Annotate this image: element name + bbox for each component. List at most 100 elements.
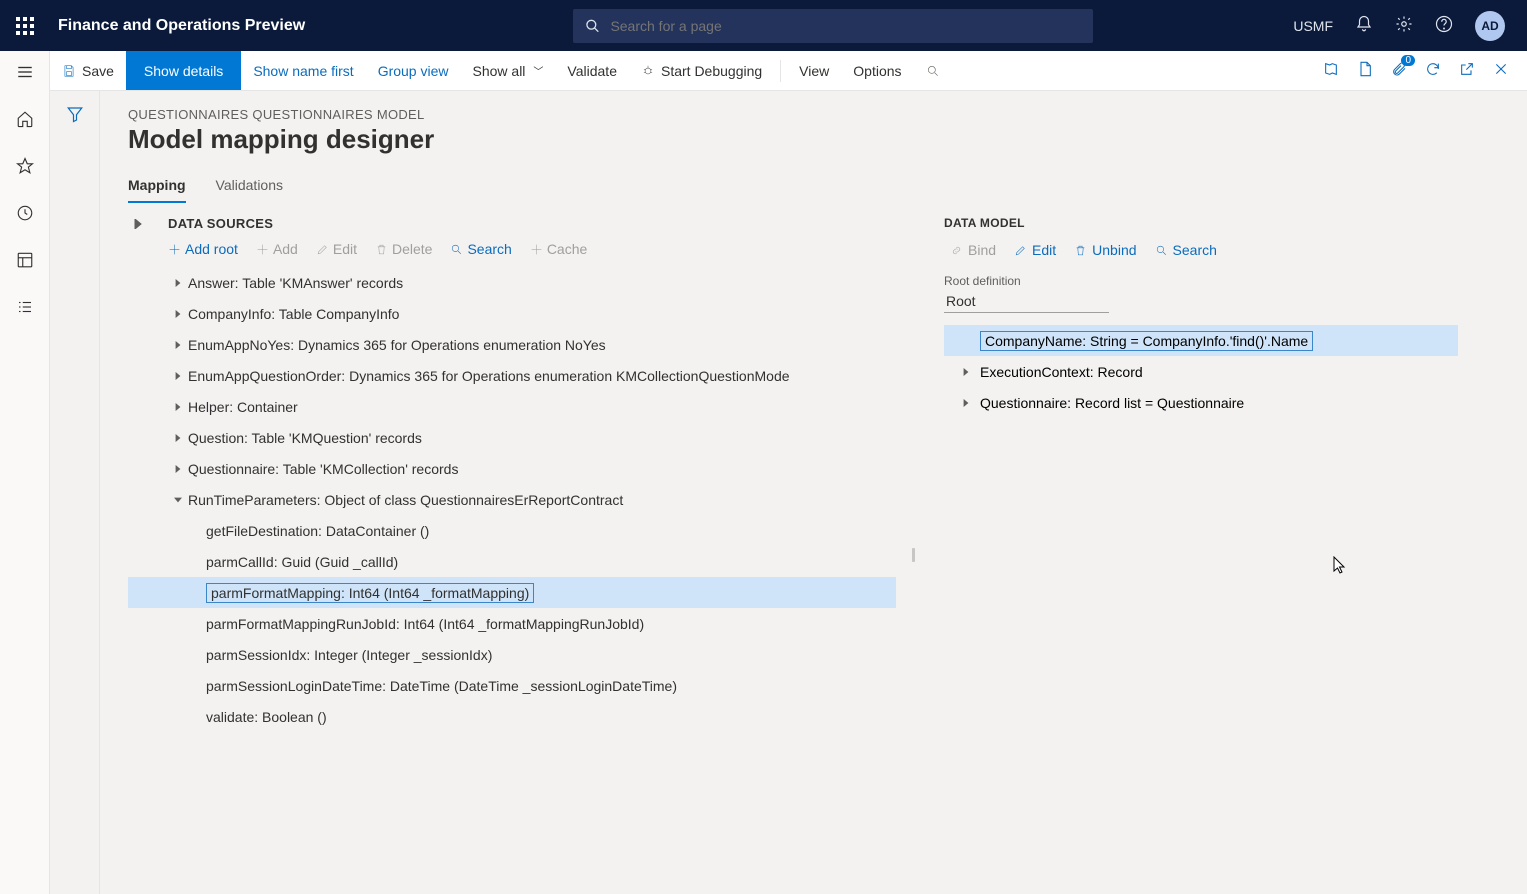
- node-label: Questionnaire: Table 'KMCollection' reco…: [188, 461, 458, 477]
- root-definition-label: Root definition: [944, 274, 1458, 288]
- search-button[interactable]: Search: [450, 241, 511, 257]
- dm-node-label: Questionnaire: Record list = Questionnai…: [980, 395, 1244, 411]
- tree-node[interactable]: CompanyInfo: Table CompanyInfo: [128, 298, 896, 329]
- node-label: EnumAppQuestionOrder: Dynamics 365 for O…: [188, 368, 790, 384]
- company-picker[interactable]: USMF: [1293, 18, 1333, 34]
- refresh-icon[interactable]: [1425, 61, 1441, 80]
- app-launcher-icon[interactable]: [0, 17, 50, 35]
- data-sources-toolbar: Add root Add Edit Delete Search Cache: [128, 231, 908, 263]
- modules-icon[interactable]: [16, 298, 34, 321]
- global-search[interactable]: [573, 9, 1093, 43]
- dm-tree-node[interactable]: ExecutionContext: Record: [944, 356, 1458, 387]
- collapse-toggle[interactable]: [128, 219, 148, 229]
- favorites-icon[interactable]: [16, 157, 34, 180]
- home-icon[interactable]: [16, 110, 34, 133]
- popout-icon[interactable]: [1459, 61, 1475, 80]
- show-name-first-button[interactable]: Show name first: [241, 51, 365, 90]
- validate-button[interactable]: Validate: [555, 51, 629, 90]
- delete-label: Delete: [392, 241, 432, 257]
- tree-node[interactable]: Answer: Table 'KMAnswer' records: [128, 267, 896, 298]
- caret-icon: [952, 368, 980, 376]
- hamburger-icon[interactable]: [16, 63, 34, 86]
- tree-node[interactable]: parmCallId: Guid (Guid _callId): [128, 546, 896, 577]
- page-title: Model mapping designer: [128, 124, 1509, 155]
- node-label: CompanyInfo: Table CompanyInfo: [188, 306, 399, 322]
- data-sources-tree[interactable]: Answer: Table 'KMAnswer' records CompanyI…: [128, 267, 908, 894]
- dm-tree-node[interactable]: Questionnaire: Record list = Questionnai…: [944, 387, 1458, 418]
- caret-icon: [168, 279, 188, 287]
- add-root-label: Add root: [185, 241, 238, 257]
- tree-node[interactable]: validate: Boolean (): [128, 701, 896, 732]
- user-avatar[interactable]: AD: [1475, 11, 1505, 41]
- node-label: getFileDestination: DataContainer (): [206, 523, 429, 539]
- node-label: parmSessionLoginDateTime: DateTime (Date…: [206, 678, 677, 694]
- notifications-icon[interactable]: [1355, 15, 1373, 36]
- help-icon[interactable]: [1435, 15, 1453, 36]
- cache-label: Cache: [547, 241, 587, 257]
- tree-node[interactable]: parmFormatMapping: Int64 (Int64 _formatM…: [128, 577, 896, 608]
- tab-validations[interactable]: Validations: [216, 177, 283, 203]
- tab-mapping[interactable]: Mapping: [128, 177, 186, 203]
- tree-node[interactable]: Helper: Container: [128, 391, 896, 422]
- add-button: Add: [256, 241, 298, 257]
- group-view-button[interactable]: Group view: [366, 51, 461, 90]
- caret-icon: [168, 465, 188, 473]
- filter-icon[interactable]: [66, 105, 84, 894]
- left-nav-rail: [0, 51, 50, 894]
- node-label: Answer: Table 'KMAnswer' records: [188, 275, 403, 291]
- caret-icon: [168, 434, 188, 442]
- tree-node[interactable]: Question: Table 'KMQuestion' records: [128, 422, 896, 453]
- root-definition-value[interactable]: Root: [944, 290, 1109, 313]
- tree-node[interactable]: getFileDestination: DataContainer (): [128, 515, 896, 546]
- close-button[interactable]: [1493, 61, 1509, 80]
- dm-tree-node[interactable]: CompanyName: String = CompanyInfo.'find(…: [944, 325, 1458, 356]
- gear-icon[interactable]: [1395, 15, 1413, 36]
- tree-node[interactable]: parmSessionIdx: Integer (Integer _sessio…: [128, 639, 896, 670]
- node-label: EnumAppNoYes: Dynamics 365 for Operation…: [188, 337, 606, 353]
- dm-search-button[interactable]: Search: [1155, 242, 1217, 258]
- data-model-tree[interactable]: CompanyName: String = CompanyInfo.'find(…: [944, 325, 1458, 418]
- dm-edit-button[interactable]: Edit: [1014, 242, 1056, 258]
- edit-button: Edit: [316, 241, 357, 257]
- view-menu[interactable]: View: [787, 51, 841, 90]
- tree-node[interactable]: EnumAppQuestionOrder: Dynamics 365 for O…: [128, 360, 896, 391]
- tree-node[interactable]: Questionnaire: Table 'KMCollection' reco…: [128, 453, 896, 484]
- tree-node[interactable]: parmSessionLoginDateTime: DateTime (Date…: [128, 670, 896, 701]
- start-debugging-button[interactable]: Start Debugging: [629, 51, 774, 90]
- data-model-toolbar: Bind Edit Unbind Search: [944, 242, 1458, 268]
- unbind-button[interactable]: Unbind: [1074, 242, 1136, 258]
- attachments-button[interactable]: 0: [1391, 61, 1407, 80]
- show-all-dropdown[interactable]: Show all﹀: [461, 51, 556, 90]
- show-all-label: Show all: [473, 63, 526, 79]
- workspaces-icon[interactable]: [16, 251, 34, 274]
- tree-node[interactable]: RunTimeParameters: Object of class Quest…: [128, 484, 896, 515]
- data-sources-title: DATA SOURCES: [168, 216, 273, 231]
- dm-node-label: CompanyName: String = CompanyInfo.'find(…: [980, 331, 1313, 351]
- global-search-input[interactable]: [610, 18, 1081, 34]
- unbind-label: Unbind: [1092, 242, 1136, 258]
- dm-search-label: Search: [1173, 242, 1217, 258]
- splitter[interactable]: [908, 216, 918, 894]
- search-label: Search: [467, 241, 511, 257]
- show-details-button[interactable]: Show details: [126, 51, 241, 90]
- group-view-label: Group view: [378, 63, 449, 79]
- save-icon: [62, 64, 76, 78]
- options-label: Options: [853, 63, 901, 79]
- add-root-button[interactable]: Add root: [168, 241, 238, 257]
- options-menu[interactable]: Options: [841, 51, 913, 90]
- bind-label: Bind: [968, 242, 996, 258]
- show-details-label: Show details: [144, 63, 223, 79]
- document-icon[interactable]: [1357, 61, 1373, 80]
- search-icon: [926, 64, 940, 78]
- find-button[interactable]: [914, 51, 952, 90]
- node-label: parmSessionIdx: Integer (Integer _sessio…: [206, 647, 492, 663]
- node-label: Helper: Container: [188, 399, 298, 415]
- search-icon: [585, 18, 600, 34]
- save-button[interactable]: Save: [50, 51, 126, 90]
- save-label: Save: [82, 63, 114, 79]
- recent-icon[interactable]: [16, 204, 34, 227]
- tree-node[interactable]: EnumAppNoYes: Dynamics 365 for Operation…: [128, 329, 896, 360]
- tree-node[interactable]: parmFormatMappingRunJobId: Int64 (Int64 …: [128, 608, 896, 639]
- map-icon[interactable]: [1323, 61, 1339, 80]
- page-tabs: Mapping Validations: [128, 177, 1509, 204]
